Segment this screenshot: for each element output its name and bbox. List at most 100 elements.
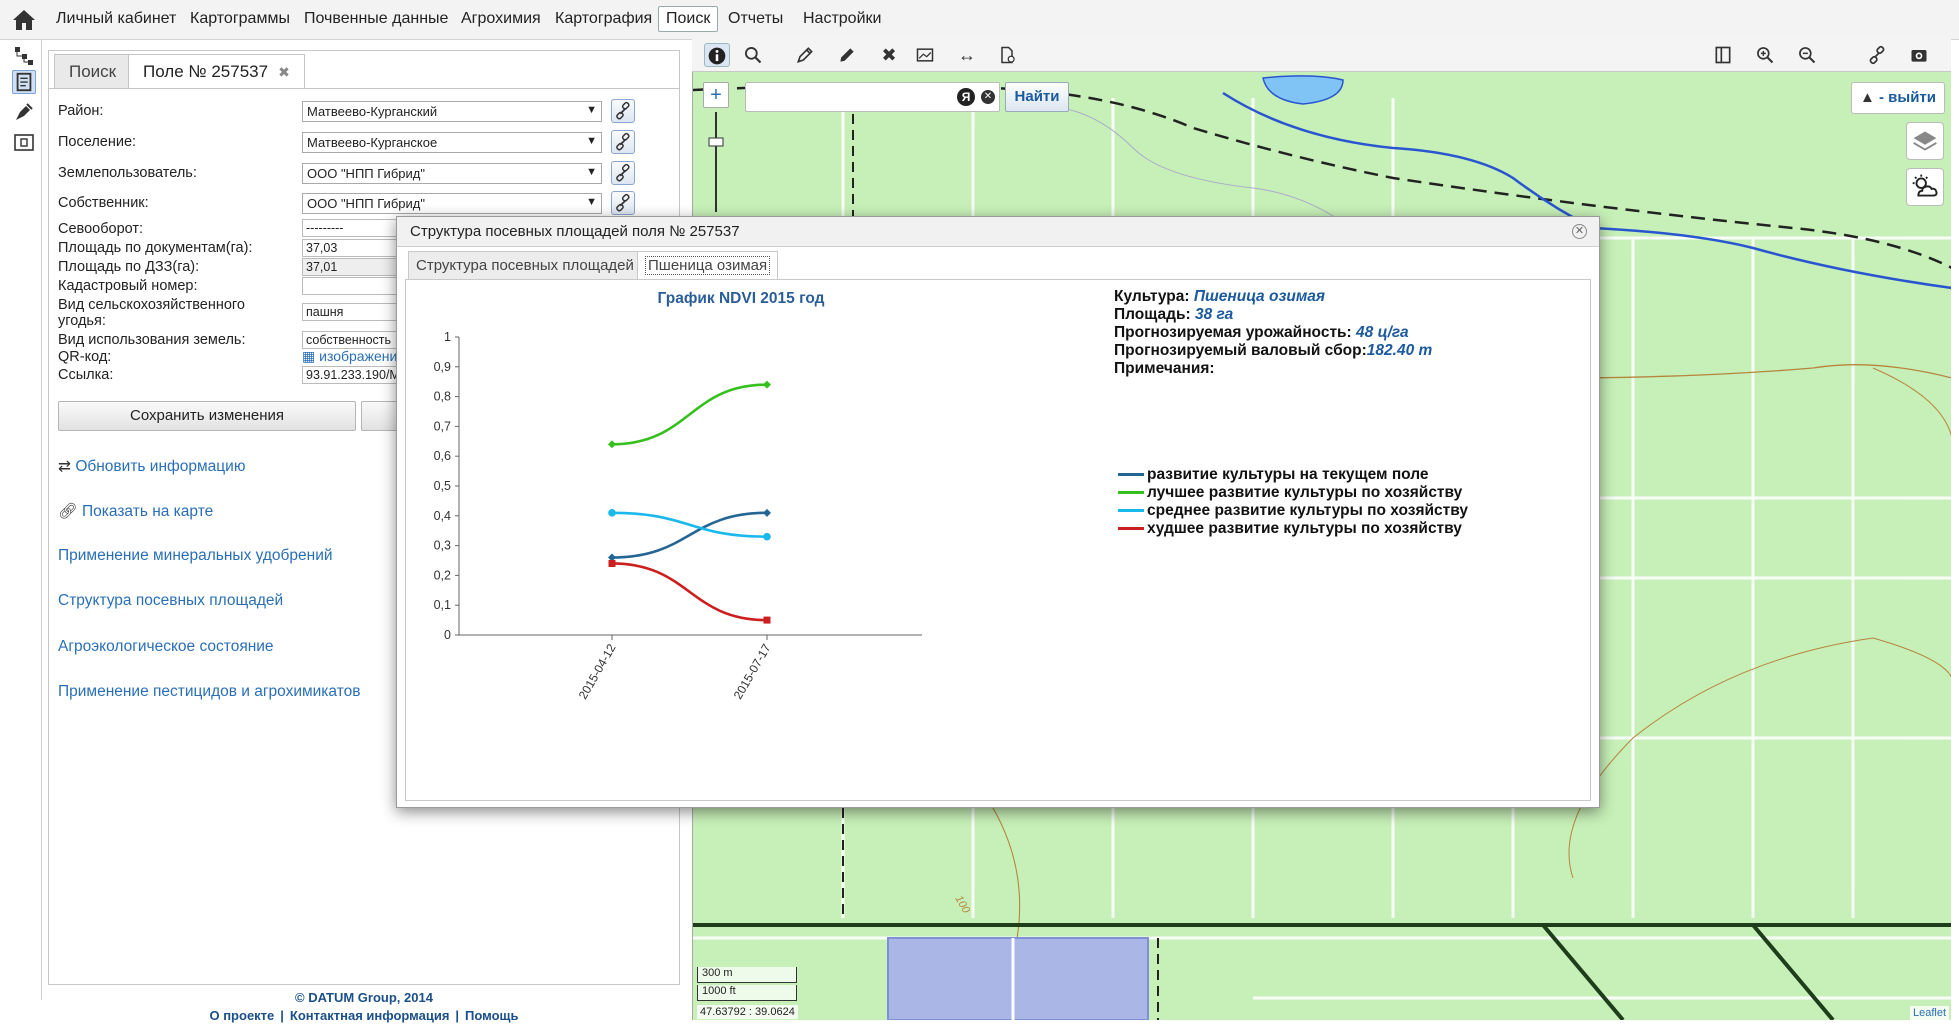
close-tab-icon[interactable]: ✖ <box>278 64 290 80</box>
data-point-marker[interactable] <box>608 559 616 567</box>
area-docs-input[interactable]: 37,03 <box>302 239 402 257</box>
link-input[interactable]: 93.91.233.190/M <box>302 366 402 384</box>
menu-item-settings[interactable]: Настройки <box>803 10 881 28</box>
save-button[interactable]: Сохранить изменения <box>58 401 356 431</box>
secondary-button[interactable] <box>361 401 401 431</box>
dropdown-arrow-icon: ▼ <box>586 166 597 178</box>
menu-item-soil-data[interactable]: Почвенные данные <box>304 10 448 28</box>
layer-box-icon[interactable] <box>12 130 36 154</box>
settlement-label: Поселение: <box>58 134 137 150</box>
zoom-in-icon[interactable] <box>1752 43 1778 67</box>
book-icon[interactable] <box>1710 43 1736 67</box>
district-value: Матвеево-Курганский <box>307 104 438 119</box>
owner-label: Собственник: <box>58 195 149 211</box>
weather-icon <box>1912 174 1938 197</box>
measure-icon[interactable]: ↔ <box>954 43 980 67</box>
data-point-marker[interactable] <box>608 509 616 517</box>
zoom-out-icon[interactable] <box>1794 43 1820 67</box>
data-point-marker[interactable] <box>608 440 616 449</box>
qr-icon: ▦ <box>302 348 316 364</box>
y-tick-label: 1 <box>444 330 451 344</box>
tab-crop-structure-label: Структура посевных площадей <box>416 257 634 274</box>
district-select[interactable]: Матвеево-Курганский ▼ <box>302 101 602 122</box>
owner-select[interactable]: ООО "НПП Гибрид" ▼ <box>302 193 602 214</box>
draw-polygon-icon[interactable] <box>792 43 818 67</box>
refresh-info-link[interactable]: ⇄ Обновить информацию <box>58 457 245 476</box>
legend-swatch-best <box>1118 491 1144 495</box>
tab-field[interactable]: Поле № 257537 ✖ <box>128 54 305 88</box>
agroecology-link[interactable]: Агроэкологическое состояние <box>58 638 274 656</box>
menu-item-cabinet[interactable]: Личный кабинет <box>56 10 176 28</box>
tree-icon[interactable] <box>12 44 36 68</box>
menu-item-cartography[interactable]: Картография <box>555 10 652 28</box>
series-line-1 <box>611 383 768 446</box>
tab-search[interactable]: Поиск <box>54 54 132 88</box>
crop-structure-link[interactable]: Структура посевных площадей <box>58 592 283 610</box>
tab-crop-structure[interactable]: Структура посевных площадей <box>408 251 642 279</box>
area-row: Площадь: 38 га <box>1114 306 1233 324</box>
legend-average: среднее развитие культуры по хозяйству <box>1118 502 1468 520</box>
menu-item-agrochemistry[interactable]: Агрохимия <box>461 10 541 28</box>
camera-icon[interactable] <box>1906 43 1932 67</box>
y-tick-label: 0,9 <box>434 360 451 374</box>
new-document-icon[interactable] <box>994 43 1020 67</box>
clear-icon[interactable]: ✕ <box>981 90 995 104</box>
link-icon[interactable] <box>1864 43 1890 67</box>
land-type-select[interactable]: пашня <box>302 303 402 321</box>
help-link[interactable]: Помощь <box>465 1008 518 1023</box>
series-line-2 <box>611 511 768 538</box>
tab-winter-wheat[interactable]: Пшеница озимая <box>637 251 779 279</box>
show-on-map-label: Показать на карте <box>82 503 214 520</box>
cadastre-input[interactable] <box>302 277 402 295</box>
info-icon[interactable] <box>704 43 730 67</box>
data-point-marker[interactable] <box>763 616 771 624</box>
x-tick-label: 2015-04-12 <box>576 641 619 701</box>
culture-value: Пшеница озимая <box>1193 288 1326 305</box>
show-on-map-link[interactable]: 🔗︎ Показать на карте <box>58 502 213 521</box>
about-link[interactable]: О проекте <box>209 1008 274 1023</box>
tab-winter-wheat-label: Пшеница озимая <box>645 256 771 275</box>
link-button-district[interactable] <box>611 99 635 123</box>
data-point-marker[interactable] <box>763 508 771 517</box>
area-dzz-label: Площадь по ДЗЗ(га): <box>58 259 200 275</box>
legend-worst: худшее развитие культуры по хозяйству <box>1118 520 1462 538</box>
map-find-button[interactable]: Найти <box>1005 82 1069 112</box>
data-point-marker[interactable] <box>763 532 771 541</box>
fertilizers-link[interactable]: Применение минеральных удобрений <box>58 547 333 565</box>
landuser-select[interactable]: ООО "НПП Гибрид" ▼ <box>302 163 602 184</box>
land-use-select[interactable]: собственность <box>302 331 402 349</box>
close-icon[interactable]: ✕ <box>1572 224 1587 239</box>
map-search-input[interactable]: Я ✕ <box>745 82 1000 112</box>
data-point-marker[interactable] <box>763 380 771 389</box>
search-icon[interactable] <box>740 43 766 67</box>
dropdown-arrow-icon: ▼ <box>586 104 597 116</box>
menu-item-reports[interactable]: Отчеты <box>728 10 783 28</box>
link-button-owner[interactable] <box>611 191 635 215</box>
settlement-select[interactable]: Матвеево-Курганское ▼ <box>302 132 602 153</box>
menu-item-cartograms[interactable]: Картограммы <box>190 10 290 28</box>
map-zoom-plus[interactable]: + <box>703 82 729 108</box>
layers-button[interactable] <box>1906 122 1944 160</box>
series-line-3 <box>611 562 768 622</box>
link-button-settlement[interactable] <box>611 130 635 154</box>
home-icon[interactable] <box>12 9 36 31</box>
landuser-label: Землепользователь: <box>58 165 197 181</box>
pesticides-link[interactable]: Применение пестицидов и агрохимикатов <box>58 683 361 701</box>
landuser-value: ООО "НПП Гибрид" <box>307 166 425 181</box>
leaflet-attribution[interactable]: Leaflet <box>1910 1006 1950 1020</box>
notes-label: Примечания: <box>1114 360 1215 377</box>
layers-icon <box>1913 131 1937 151</box>
pencil-icon[interactable] <box>834 43 860 67</box>
qr-link[interactable]: ▦ изображение <box>302 348 405 365</box>
logout-button[interactable]: ▲ - выйти <box>1851 82 1945 114</box>
link-button-landuser[interactable] <box>611 161 635 185</box>
zoom-slider[interactable] <box>708 112 724 212</box>
contacts-link[interactable]: Контактная информация <box>290 1008 449 1023</box>
image-icon[interactable] <box>912 43 938 67</box>
delete-icon[interactable]: ✖ <box>876 43 902 67</box>
document-icon[interactable] <box>12 70 36 94</box>
pen-tool-icon[interactable] <box>12 100 36 124</box>
weather-button[interactable] <box>1906 168 1944 206</box>
menu-item-search[interactable]: Поиск <box>658 6 719 32</box>
rotation-select[interactable]: --------- <box>302 219 402 237</box>
